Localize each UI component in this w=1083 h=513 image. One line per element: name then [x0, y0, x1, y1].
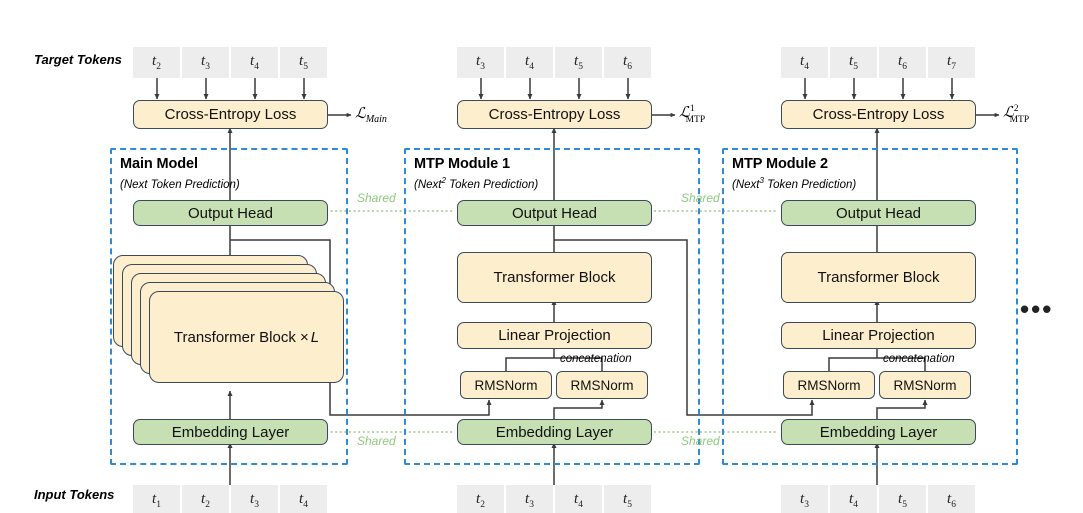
module-subtitle-mtp-module-2: (Next3 Token Prediction): [732, 176, 857, 191]
input-token-chip: t4: [830, 485, 877, 513]
target-token-chip: t3: [457, 47, 504, 78]
target-token-chip: t3: [182, 47, 229, 78]
input-token-chip: t3: [231, 485, 278, 513]
shared-label-output-head-2: Shared: [681, 191, 720, 205]
loss-symbol-main: ℒMain: [355, 106, 387, 125]
shared-label-embedding-1: Shared: [357, 434, 396, 448]
module-title-mtp-module-1: MTP Module 1: [414, 156, 511, 172]
target-token-chip: t6: [604, 47, 651, 78]
transformer-block-main: Transformer Block × L: [149, 291, 344, 383]
input-token-chip: t2: [182, 485, 229, 513]
target-token-chip: t5: [830, 47, 877, 78]
input-token-chip: t1: [133, 485, 180, 513]
target-token-chip: t7: [928, 47, 975, 78]
continuation-ellipsis: •••: [1020, 294, 1054, 324]
input-token-chip: t2: [457, 485, 504, 513]
cross-entropy-loss-box-mtp2: Cross-Entropy Loss: [781, 100, 976, 129]
target-token-chip: t6: [879, 47, 926, 78]
diagram-canvas: Target Tokens Input Tokens t2 t3 t4 t5 t…: [0, 0, 1083, 513]
module-frame-mtp-module-1: [404, 148, 700, 465]
loss-symbol-mtp1: ℒ1MTP: [679, 104, 706, 125]
rmsnorm-left-mtp2: RMSNorm: [783, 371, 875, 399]
concatenation-label-mtp2: concatenation: [883, 353, 955, 365]
output-head-mtp2: Output Head: [781, 200, 976, 226]
target-tokens-row-label: Target Tokens: [34, 52, 122, 67]
output-head-main: Output Head: [133, 200, 328, 226]
input-token-chip: t3: [781, 485, 828, 513]
input-tokens-row-label: Input Tokens: [34, 487, 115, 502]
embedding-layer-mtp1: Embedding Layer: [457, 419, 652, 445]
module-subtitle-mtp-module-1: (Next2 Token Prediction): [414, 176, 539, 191]
input-token-chip: t6: [928, 485, 975, 513]
shared-label-embedding-2: Shared: [681, 434, 720, 448]
shared-label-output-head-1: Shared: [357, 191, 396, 205]
linear-projection-mtp2: Linear Projection: [781, 322, 976, 349]
rmsnorm-left-mtp1: RMSNorm: [460, 371, 552, 399]
embedding-layer-mtp2: Embedding Layer: [781, 419, 976, 445]
input-token-chip: t4: [555, 485, 602, 513]
target-token-chip: t2: [133, 47, 180, 78]
transformer-block-mtp2: Transformer Block: [781, 252, 976, 303]
cross-entropy-loss-box-mtp1: Cross-Entropy Loss: [457, 100, 652, 129]
rmsnorm-right-mtp1: RMSNorm: [556, 371, 648, 399]
loss-symbol-mtp2: ℒ2MTP: [1003, 104, 1030, 125]
rmsnorm-right-mtp2: RMSNorm: [879, 371, 971, 399]
embedding-layer-main: Embedding Layer: [133, 419, 328, 445]
target-token-chip: t4: [506, 47, 553, 78]
input-token-chip: t5: [879, 485, 926, 513]
concatenation-label-mtp1: concatenation: [560, 353, 632, 365]
input-token-chip: t3: [506, 485, 553, 513]
linear-projection-mtp1: Linear Projection: [457, 322, 652, 349]
output-head-mtp1: Output Head: [457, 200, 652, 226]
target-token-chip: t5: [280, 47, 327, 78]
module-subtitle-main-model: (Next Token Prediction): [120, 178, 240, 191]
target-token-chip: t4: [781, 47, 828, 78]
input-token-chip: t5: [604, 485, 651, 513]
transformer-block-mtp1: Transformer Block: [457, 252, 652, 303]
cross-entropy-loss-box-main: Cross-Entropy Loss: [133, 100, 328, 129]
module-frame-mtp-module-2: [722, 148, 1018, 465]
module-title-mtp-module-2: MTP Module 2: [732, 156, 829, 172]
target-token-chip: t4: [231, 47, 278, 78]
input-token-chip: t4: [280, 485, 327, 513]
module-title-main-model: Main Model: [120, 156, 198, 172]
target-token-chip: t5: [555, 47, 602, 78]
